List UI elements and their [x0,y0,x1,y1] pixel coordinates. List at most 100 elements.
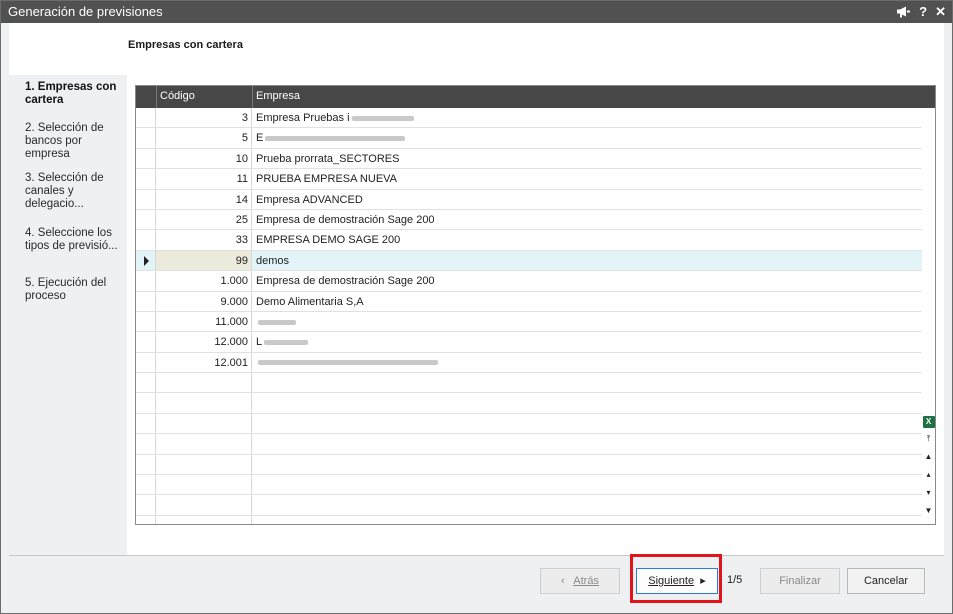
row-indicator [136,515,156,524]
cell-empresa: EMPRESA DEMO SAGE 200 [256,234,401,247]
table-row[interactable]: 1.000 Empresa de demostración Sage 200 [136,271,922,292]
title-bar: Generación de previsiones ? ✕ [1,1,952,23]
cell-empresa-text: E [256,132,264,145]
empty-row [136,454,922,476]
table-row[interactable]: 14 Empresa ADVANCED [136,189,922,210]
row-indicator [136,352,156,373]
cell-codigo [156,495,252,515]
table-row[interactable]: 11 PRUEBA EMPRESA NUEVA [136,169,922,190]
table-row[interactable]: 9.000 Demo Alimentaria S,A [136,291,922,312]
row-indicator [136,169,156,189]
next-record-icon[interactable]: ▾ [923,485,934,500]
wizard-steps: 1. Empresas con cartera 2. Selección de … [9,75,127,555]
wizard-footer: ‹ Atrás Siguiente ▸ 1/5 Finalizar Cancel… [9,555,944,605]
table-row[interactable]: 33 EMPRESA DEMO SAGE 200 [136,230,922,251]
row-indicator [136,271,156,291]
table-row[interactable]: 10 Prueba prorrata_SECTORES [136,148,922,170]
row-indicator [136,475,156,495]
highlight-annotation [630,554,722,603]
empty-row [136,475,922,496]
empty-row [136,393,922,414]
cell-codigo [156,475,252,495]
cancel-button[interactable]: Cancelar [847,568,925,594]
row-indicator [136,128,156,148]
cell-codigo [156,373,252,393]
cell-codigo: 1.000 [156,271,252,291]
empty-row [136,413,922,435]
row-indicator [136,291,156,311]
title-controls: ? ✕ [895,3,946,20]
step-seleccion-canales[interactable]: 3. Selección de canales y delegacio... [25,172,125,211]
grid-side-toolbar: X ⤒ ▲ ▴ ▾ ▼ ⤓ [922,416,935,524]
redacted-text [351,115,414,121]
companies-grid[interactable]: Código Empresa 3 Empresa Pruebas i 5 E 1… [135,85,936,525]
table-row-selected[interactable]: 99 demos [136,250,922,272]
column-separator [252,86,253,108]
excel-export-icon[interactable]: X [922,416,935,428]
row-indicator [136,413,156,434]
table-row[interactable]: 3 Empresa Pruebas i [136,108,922,129]
cell-codigo: 12.000 [156,332,252,352]
step-tipos-prevision[interactable]: 4. Seleccione los tipos de previsió... [25,227,125,253]
empty-row [136,373,922,394]
empty-row [136,515,922,524]
window-title: Generación de previsiones [8,4,163,19]
row-indicator [136,189,156,209]
grid-header: Código Empresa [136,86,935,108]
cell-codigo: 99 [156,250,252,271]
help-icon[interactable]: ? [919,3,927,20]
cell-codigo: 9.000 [156,291,252,311]
table-row[interactable]: 25 Empresa de demostración Sage 200 [136,209,922,231]
table-row[interactable]: 5 E [136,128,922,149]
cell-empresa: Prueba prorrata_SECTORES [256,152,400,165]
close-icon[interactable]: ✕ [935,3,946,20]
row-indicator [136,108,156,128]
table-row[interactable]: 12.001 [136,352,922,374]
redacted-text [265,135,406,141]
page-down-icon[interactable]: ▼ [923,503,934,518]
cell-codigo: 10 [156,148,252,169]
finish-button[interactable]: Finalizar [760,568,840,594]
back-button[interactable]: ‹ Atrás [540,568,620,594]
column-header-codigo[interactable]: Código [160,90,195,102]
cell-empresa-text: Empresa Pruebas i [256,112,350,124]
cell-empresa: Demo Alimentaria S,A [256,295,364,308]
row-indicator [136,148,156,169]
page-up-icon[interactable]: ▲ [923,449,934,464]
last-record-icon[interactable]: ⤓ [923,521,934,524]
current-row-arrow-icon [144,255,149,266]
step-seleccion-bancos[interactable]: 2. Selección de bancos por empresa [25,122,125,161]
row-indicator [136,454,156,475]
cell-codigo: 14 [156,189,252,209]
grid-rows: 3 Empresa Pruebas i 5 E 10 Prueba prorra… [136,108,922,524]
redacted-text [258,319,296,325]
row-indicator [136,250,156,271]
megaphone-icon[interactable] [895,3,911,20]
cell-empresa: Empresa ADVANCED [256,193,363,206]
first-record-icon[interactable]: ⤒ [923,431,934,446]
chevron-left-icon: ‹ [561,575,565,587]
cell-codigo: 12.001 [156,352,252,373]
empty-row [136,434,922,455]
step-empresas-con-cartera[interactable]: 1. Empresas con cartera [25,81,125,107]
redacted-text [258,360,438,366]
cell-empresa: E [253,128,406,145]
cell-codigo [156,515,252,524]
row-indicator [136,311,156,332]
cell-codigo: 11 [156,169,252,189]
cell-codigo: 5 [156,128,252,148]
row-indicator [136,434,156,454]
cell-codigo [156,413,252,434]
cell-empresa [253,353,438,369]
row-indicator [136,495,156,515]
column-separator [156,86,157,108]
cell-codigo: 11.000 [156,311,252,332]
cell-empresa: L [253,332,309,348]
table-row[interactable]: 11.000 [136,311,922,333]
table-row[interactable]: 12.000 L [136,332,922,353]
column-header-empresa[interactable]: Empresa [256,90,300,102]
prev-record-icon[interactable]: ▴ [923,467,934,482]
back-button-label: Atrás [573,575,599,587]
step-ejecucion-proceso[interactable]: 5. Ejecución del proceso [25,277,125,303]
cell-empresa: demos [256,254,290,267]
